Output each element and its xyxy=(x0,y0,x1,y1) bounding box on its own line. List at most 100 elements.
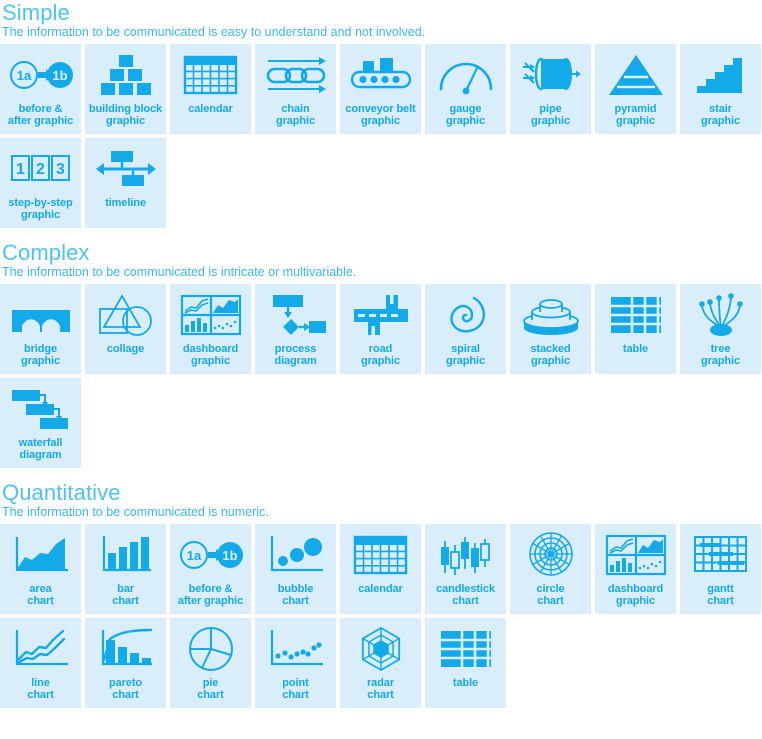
pareto-chart-icon xyxy=(93,624,159,674)
candlestick-chart-icon xyxy=(433,530,499,580)
calendar-icon xyxy=(178,50,244,100)
section-title: Simple xyxy=(2,0,70,25)
tile-label: area chart xyxy=(27,583,54,607)
svg-text:2: 2 xyxy=(36,161,45,178)
tile-label: dashboard graphic xyxy=(607,583,664,607)
tile-radar-chart[interactable]: radar chart xyxy=(340,618,421,708)
point-chart-icon xyxy=(263,624,329,674)
tile-building-block-graphic[interactable]: building block graphic xyxy=(85,44,166,134)
tile-grid-complex: bridge graphic collage dashboard graphic p… xyxy=(0,284,762,468)
tile-waterfall-diagram[interactable]: waterfall diagram xyxy=(0,378,81,468)
stair-graphic-icon xyxy=(688,50,754,100)
section-description: The information to be communicated is in… xyxy=(2,265,357,279)
tile-before-after-graphic[interactable]: 1a 1b before & after graphic xyxy=(170,524,251,614)
tile-pyramid-graphic[interactable]: pyramid graphic xyxy=(595,44,676,134)
tile-stair-graphic[interactable]: stair graphic xyxy=(680,44,761,134)
tile-collage[interactable]: collage xyxy=(85,284,166,374)
gauge-graphic-icon xyxy=(433,50,499,100)
svg-text:1: 1 xyxy=(16,161,25,178)
tile-label: collage xyxy=(106,343,145,355)
tile-pareto-chart[interactable]: pareto chart xyxy=(85,618,166,708)
tile-candlestick-chart[interactable]: candlestick chart xyxy=(425,524,506,614)
tile-stacked-graphic[interactable]: stacked graphic xyxy=(510,284,591,374)
waterfall-diagram-icon xyxy=(8,384,74,434)
calendar-icon xyxy=(348,530,414,580)
tile-dashboard-graphic[interactable]: dashboard graphic xyxy=(595,524,676,614)
tile-gauge-graphic[interactable]: gauge graphic xyxy=(425,44,506,134)
tile-before-after-graphic[interactable]: 1a 1b before & after graphic xyxy=(0,44,81,134)
step-by-step-graphic-icon: 1 2 3 xyxy=(8,144,74,194)
pie-chart-icon xyxy=(178,624,244,674)
tile-label: building block graphic xyxy=(88,103,163,127)
tile-label: timeline xyxy=(105,197,146,209)
tile-bubble-chart[interactable]: bubble chart xyxy=(255,524,336,614)
circle-chart-icon xyxy=(518,530,584,580)
tile-conveyor-belt-graphic[interactable]: conveyor belt graphic xyxy=(340,44,421,134)
tile-road-graphic[interactable]: road graphic xyxy=(340,284,421,374)
tile-label: step-by-step graphic xyxy=(8,197,73,221)
section-quantitative: Quantitative The information to be commun… xyxy=(0,480,762,708)
tile-tree-graphic[interactable]: tree graphic xyxy=(680,284,761,374)
tile-label: spiral graphic xyxy=(445,343,486,367)
radar-chart-icon xyxy=(348,624,414,674)
tile-label: bubble chart xyxy=(277,583,314,607)
section-description: The information to be communicated is ea… xyxy=(2,25,426,39)
tile-bridge-graphic[interactable]: bridge graphic xyxy=(0,284,81,374)
section-title: Quantitative xyxy=(2,480,121,505)
dashboard-graphic-icon xyxy=(603,530,669,580)
tile-grid-simple: 1a 1b before & after graphic building blo… xyxy=(0,44,762,228)
tile-label: pareto chart xyxy=(108,677,143,701)
dashboard-graphic-icon xyxy=(178,290,244,340)
tile-pipe-graphic[interactable]: pipe graphic xyxy=(510,44,591,134)
tile-grid-quantitative: area chart bar chart 1a 1b before & after g… xyxy=(0,524,762,708)
tile-bar-chart[interactable]: bar chart xyxy=(85,524,166,614)
tile-circle-chart[interactable]: circle chart xyxy=(510,524,591,614)
svg-text:1b: 1b xyxy=(222,548,237,563)
tile-dashboard-graphic[interactable]: dashboard graphic xyxy=(170,284,251,374)
tile-line-chart[interactable]: line chart xyxy=(0,618,81,708)
tile-label: conveyor belt graphic xyxy=(345,103,416,127)
tile-calendar[interactable]: calendar xyxy=(170,44,251,134)
tile-label: pie chart xyxy=(197,677,224,701)
tile-area-chart[interactable]: area chart xyxy=(0,524,81,614)
tile-step-by-step-graphic[interactable]: 1 2 3 step-by-step graphic xyxy=(0,138,81,228)
svg-text:1a: 1a xyxy=(16,68,31,83)
bubble-chart-icon xyxy=(263,530,329,580)
section-complex: Complex The information to be communicate… xyxy=(0,240,762,480)
svg-text:1a: 1a xyxy=(186,548,201,563)
pipe-graphic-icon xyxy=(518,50,584,100)
tile-label: gantt chart xyxy=(707,583,734,607)
pyramid-graphic-icon xyxy=(603,50,669,100)
tile-label: road graphic xyxy=(360,343,401,367)
tile-label: process diagram xyxy=(274,343,317,367)
line-chart-icon xyxy=(8,624,74,674)
tile-gantt-chart[interactable]: gantt chart xyxy=(680,524,761,614)
tile-point-chart[interactable]: point chart xyxy=(255,618,336,708)
tile-label: candlestick chart xyxy=(436,583,495,607)
section-description: The information to be communicated is nu… xyxy=(2,505,269,519)
tile-calendar[interactable]: calendar xyxy=(340,524,421,614)
tile-chain-graphic[interactable]: chain graphic xyxy=(255,44,336,134)
tile-pie-chart[interactable]: pie chart xyxy=(170,618,251,708)
tile-table[interactable]: table xyxy=(595,284,676,374)
tile-label: before & after graphic xyxy=(7,103,74,127)
tile-label: bridge graphic xyxy=(20,343,61,367)
building-block-graphic-icon xyxy=(93,50,159,100)
tile-timeline[interactable]: timeline xyxy=(85,138,166,228)
tile-spiral-graphic[interactable]: spiral graphic xyxy=(425,284,506,374)
tile-label: waterfall diagram xyxy=(18,437,63,461)
tile-label: stair graphic xyxy=(700,103,741,127)
section-title: Complex xyxy=(2,240,90,265)
timeline-icon xyxy=(93,144,159,194)
section-header-quantitative: Quantitative The information to be commun… xyxy=(0,480,762,524)
collage-icon xyxy=(93,290,159,340)
tile-label: circle chart xyxy=(536,583,565,607)
tile-table[interactable]: table xyxy=(425,618,506,708)
tile-process-diagram[interactable]: process diagram xyxy=(255,284,336,374)
bar-chart-icon xyxy=(93,530,159,580)
tile-label: pyramid graphic xyxy=(614,103,657,127)
sections-container: Simple The information to be communicated… xyxy=(0,0,762,708)
tree-graphic-icon xyxy=(688,290,754,340)
